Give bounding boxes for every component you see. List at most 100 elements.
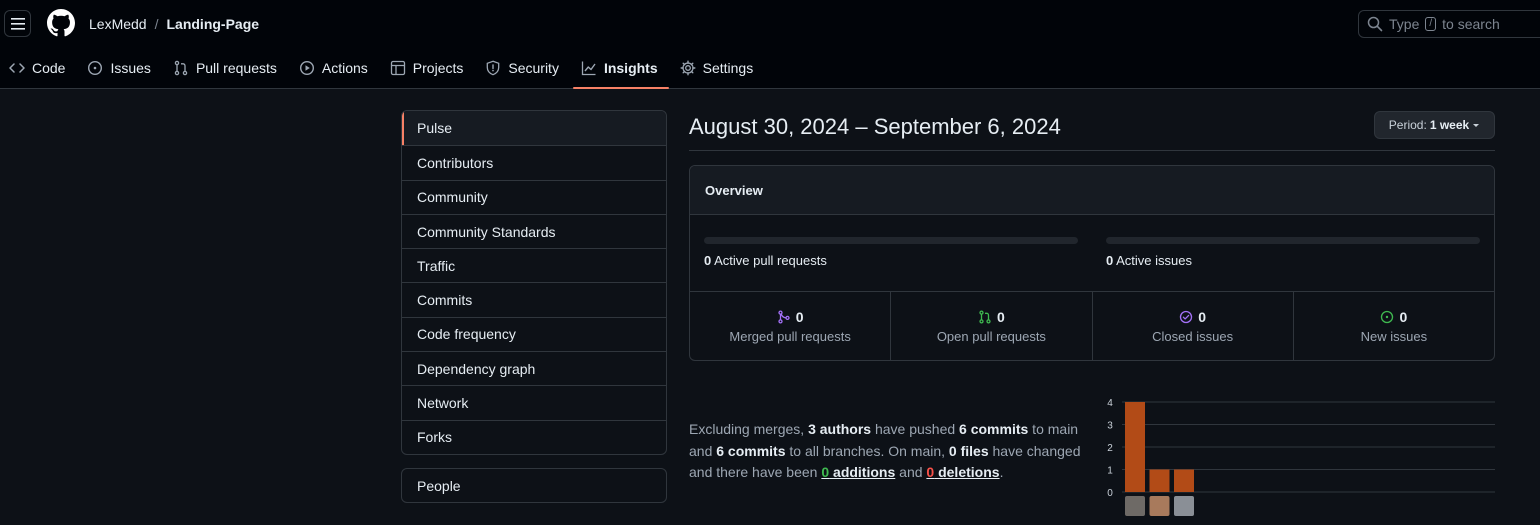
- tab-code[interactable]: Code: [9, 48, 76, 88]
- commits-by-author-chart: 0 1 2 3 4: [1107, 398, 1495, 516]
- search-suffix: to search: [1442, 16, 1500, 32]
- y-tick-label: 2: [1107, 443, 1113, 454]
- additions-count: 0: [821, 464, 830, 480]
- tab-label: Settings: [702, 60, 754, 76]
- stat-merged-prs[interactable]: 0 Merged pull requests: [690, 292, 890, 360]
- files-count: 0 files: [948, 442, 989, 459]
- author-avatar[interactable]: [1125, 496, 1145, 516]
- y-tick-label: 3: [1107, 421, 1113, 432]
- summary-text: and: [895, 464, 927, 480]
- author-avatar[interactable]: [1174, 496, 1194, 516]
- summary-text: .: [999, 464, 1004, 480]
- summary-text: have pushed: [871, 421, 960, 437]
- active-prs-bar: [704, 237, 1078, 244]
- stat-count: 0: [996, 308, 1005, 325]
- sidenav-item-community[interactable]: Community: [402, 179, 666, 214]
- tab-label: Pull requests: [195, 60, 277, 76]
- page-title: August 30, 2024 – September 6, 2024: [689, 114, 1061, 139]
- gear-icon: [680, 60, 696, 76]
- breadcrumb: LexMedd / Landing-Page: [89, 16, 259, 32]
- summary-text: Excluding merges,: [689, 421, 809, 437]
- sidenav-item-forks[interactable]: Forks: [402, 419, 666, 454]
- shield-icon: [487, 60, 500, 76]
- overview-progress-section: 0 Active pull requests 0 Active issues: [690, 215, 1494, 292]
- sidenav-item-community-standards[interactable]: Community Standards: [402, 213, 666, 248]
- sidenav-item-traffic[interactable]: Traffic: [402, 248, 666, 282]
- period-value: 1 week: [1429, 118, 1470, 132]
- global-header: LexMedd / Landing-Page Type / to search …: [0, 0, 1540, 89]
- tab-label: Issues: [110, 60, 151, 76]
- repo-owner-link[interactable]: LexMedd: [89, 16, 147, 32]
- tab-pull-requests[interactable]: Pull requests: [173, 48, 288, 88]
- summary-text: to all branches. On main,: [785, 442, 949, 459]
- tab-label: Code: [32, 60, 66, 76]
- y-tick-label: 0: [1107, 488, 1113, 499]
- repo-name-link[interactable]: Landing-Page: [166, 16, 259, 32]
- hamburger-icon: [10, 17, 25, 30]
- active-issues-label: Active issues: [1116, 253, 1193, 268]
- author-avatar[interactable]: [1149, 496, 1170, 516]
- search-input[interactable]: Type / to search: [1358, 10, 1540, 38]
- period-dropdown[interactable]: Period: 1 week: [1374, 111, 1495, 139]
- overview-box: Overview 0 Active pull requests 0 Active…: [689, 165, 1495, 361]
- stat-count: 0: [1399, 308, 1408, 325]
- pull-request-icon: [979, 309, 991, 324]
- search-prefix: Type: [1389, 16, 1420, 32]
- tab-insights[interactable]: Insights: [572, 48, 669, 89]
- y-tick-label: 1: [1107, 466, 1113, 477]
- commit-summary: Excluding merges, 3 authors have pushed …: [689, 419, 1089, 484]
- stat-count: 0: [1198, 308, 1207, 325]
- stat-label: Closed issues: [1152, 328, 1234, 344]
- commits-all-count[interactable]: 6 commits: [716, 443, 785, 459]
- chart-bar[interactable]: [1174, 469, 1194, 493]
- commits-main-count[interactable]: 6 commits: [959, 421, 1028, 437]
- issue-opened-icon: [1381, 310, 1394, 323]
- sidenav-item-contributors[interactable]: Contributors: [402, 145, 666, 179]
- menu-button[interactable]: [4, 10, 31, 37]
- graph-icon: [581, 61, 596, 76]
- tab-label: Actions: [321, 60, 368, 76]
- tab-label: Insights: [603, 60, 658, 76]
- overview-heading: Overview: [690, 166, 1494, 215]
- active-prs-summary[interactable]: 0 Active pull requests: [704, 253, 827, 268]
- y-tick-label: 4: [1107, 398, 1113, 409]
- sidenav-item-network[interactable]: Network: [402, 385, 666, 419]
- chart-bar[interactable]: [1125, 402, 1145, 492]
- active-prs-label: Active pull requests: [714, 253, 827, 268]
- period-prefix: Period:: [1388, 118, 1427, 132]
- search-shortcut-key: /: [1425, 17, 1437, 31]
- sidenav-item-commits[interactable]: Commits: [402, 282, 666, 316]
- repo-tabs: Code Issues Pull requests Actions Projec…: [0, 48, 775, 89]
- insights-sidenav: Pulse Contributors Community Community S…: [401, 110, 667, 455]
- tab-settings[interactable]: Settings: [680, 48, 765, 88]
- sidenav-item-code-frequency[interactable]: Code frequency: [402, 316, 666, 351]
- active-issues-summary[interactable]: 0 Active issues: [1106, 253, 1192, 268]
- stat-count: 0: [795, 308, 804, 325]
- tab-projects[interactable]: Projects: [390, 48, 475, 88]
- deletions-word: deletions: [934, 464, 1000, 480]
- play-icon: [299, 60, 314, 76]
- tab-issues[interactable]: Issues: [87, 48, 161, 88]
- merge-icon: [778, 309, 790, 324]
- active-issues-bar: [1106, 237, 1480, 244]
- breadcrumb-separator: /: [154, 16, 159, 32]
- table-icon: [390, 60, 405, 76]
- sidenav-item-dependency-graph[interactable]: Dependency graph: [402, 351, 666, 385]
- tab-actions[interactable]: Actions: [299, 48, 379, 88]
- sidenav-item-people[interactable]: People: [401, 468, 667, 503]
- stat-open-prs[interactable]: 0 Open pull requests: [890, 292, 1091, 360]
- tab-label: Security: [508, 60, 559, 76]
- stat-new-issues[interactable]: 0 New issues: [1292, 292, 1494, 360]
- github-logo-icon[interactable]: [47, 9, 75, 37]
- check-circle-icon: [1180, 310, 1193, 323]
- stat-label: New issues: [1360, 328, 1428, 344]
- issue-icon: [88, 60, 103, 76]
- additions-link[interactable]: 0 additions: [821, 464, 895, 480]
- sidenav-item-pulse[interactable]: Pulse: [402, 111, 666, 146]
- authors-count[interactable]: 3 authors: [808, 421, 871, 437]
- tab-security[interactable]: Security: [485, 48, 570, 88]
- stat-closed-issues[interactable]: 0 Closed issues: [1091, 292, 1293, 360]
- deletions-link[interactable]: 0 deletions: [926, 464, 999, 480]
- chart-bar[interactable]: [1149, 469, 1170, 493]
- active-issues-count: 0: [1106, 253, 1114, 268]
